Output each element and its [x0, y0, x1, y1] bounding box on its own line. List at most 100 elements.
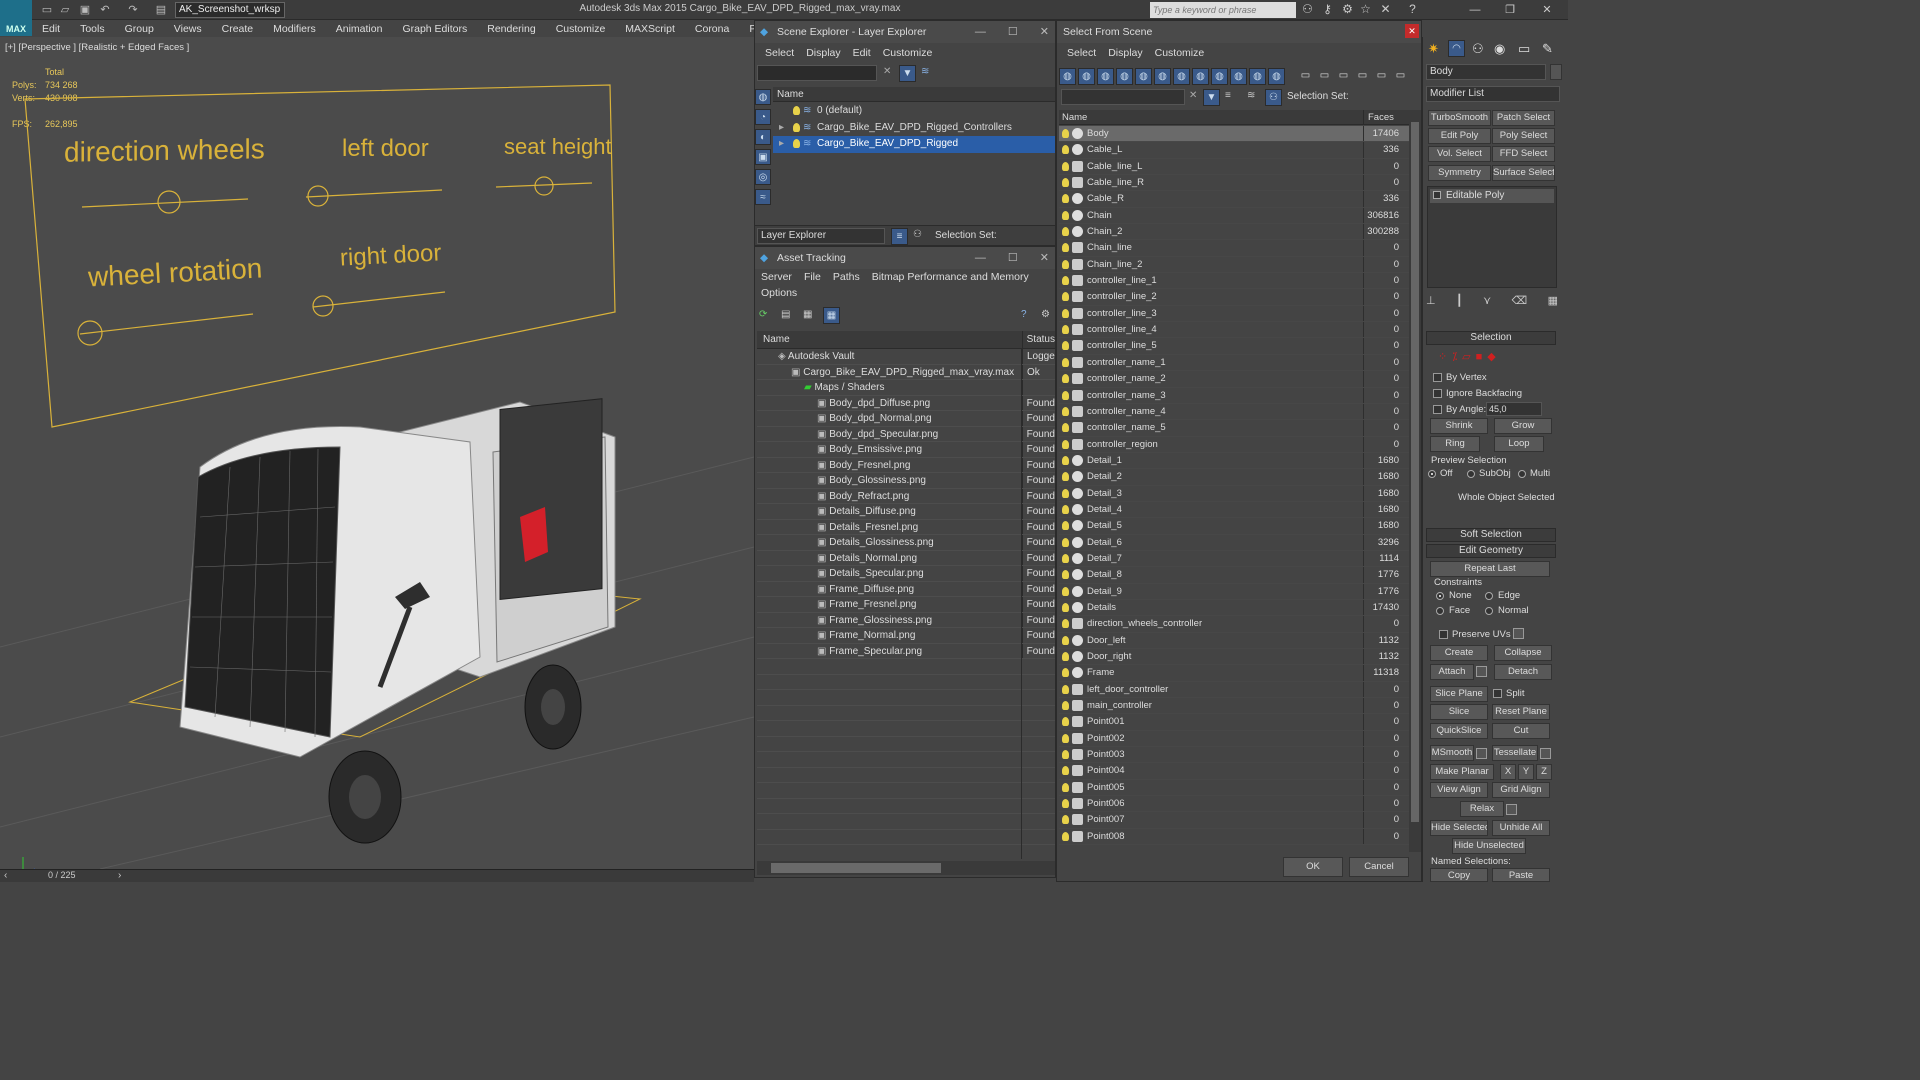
display-select-all-icon[interactable]: ▭ — [1297, 68, 1314, 85]
object-row[interactable]: left_door_controller 0 — [1059, 681, 1409, 699]
unhide-all-button[interactable]: Unhide All — [1492, 820, 1550, 836]
visibility-bulb-icon[interactable] — [1062, 129, 1069, 138]
select-from-scene-titlebar[interactable]: Select From Scene ✕ — [1057, 21, 1421, 43]
clear-search-icon[interactable]: ✕ — [1189, 90, 1197, 101]
scene-explorer-titlebar[interactable]: ◆ Scene Explorer - Layer Explorer — ☐ ✕ — [755, 21, 1055, 43]
cut-button[interactable]: Cut — [1492, 723, 1550, 739]
object-row[interactable]: Chain 306816 — [1059, 207, 1409, 225]
symmetry-button[interactable]: Symmetry — [1428, 165, 1491, 181]
attach-button[interactable]: Attach — [1430, 664, 1474, 680]
horizontal-scrollbar[interactable] — [757, 861, 1055, 875]
object-row[interactable]: controller_name_1 0 — [1059, 354, 1409, 372]
visibility-bulb-icon[interactable] — [1062, 701, 1069, 711]
filter-icon[interactable]: ▼ — [899, 65, 916, 82]
visibility-bulb-icon[interactable] — [1062, 243, 1069, 253]
asset-tracking-titlebar[interactable]: ◆ Asset Tracking — ☐ ✕ — [755, 247, 1055, 269]
ignore-backfacing-checkbox[interactable] — [1433, 389, 1442, 398]
asset-row[interactable]: ▣ Details_Normal.png Found — [757, 550, 1055, 566]
object-row[interactable]: Chain_line_2 0 — [1059, 256, 1409, 274]
attach-settings-icon[interactable] — [1476, 666, 1487, 677]
configure-sets-icon[interactable]: ▦ — [1548, 294, 1558, 310]
visibility-bulb-icon[interactable] — [1062, 357, 1069, 367]
app-logo[interactable]: MAX — [0, 0, 32, 36]
asset-row[interactable]: ▣ Body_Glossiness.png Found — [757, 473, 1055, 489]
visibility-bulb-icon[interactable] — [1062, 472, 1069, 482]
minimize-icon[interactable]: — — [975, 247, 986, 269]
display-geometry-icon[interactable]: ◍ — [1059, 68, 1076, 85]
explorer-type-dropdown[interactable]: Layer Explorer — [757, 228, 885, 244]
menu-edit[interactable]: Edit — [32, 23, 70, 35]
project-folder-icon[interactable]: ▤ — [154, 3, 168, 17]
scene-explorer-window[interactable]: ◆ Scene Explorer - Layer Explorer — ☐ ✕ Se… — [754, 20, 1056, 246]
maximize-icon[interactable]: ☐ — [1008, 247, 1018, 269]
object-row[interactable]: Door_left 1132 — [1059, 632, 1409, 649]
object-row[interactable]: Point002 0 — [1059, 730, 1409, 748]
menu-corona[interactable]: Corona — [685, 23, 739, 35]
expand-arrow-icon[interactable]: ▸ — [779, 136, 784, 153]
visibility-bulb-icon[interactable] — [1062, 308, 1069, 318]
object-row[interactable]: Detail_6 3296 — [1059, 534, 1409, 551]
preview-off-radio[interactable] — [1428, 470, 1436, 478]
object-row[interactable]: Point006 0 — [1059, 796, 1409, 813]
asset-row[interactable]: ▣ Details_Fresnel.png Found — [757, 519, 1055, 535]
prev-frame-icon[interactable]: ‹ — [4, 870, 7, 881]
view-align-button[interactable]: View Align — [1430, 782, 1488, 798]
motion-tab-icon[interactable]: ◉ — [1494, 41, 1505, 57]
shrink-button[interactable]: Shrink — [1430, 418, 1488, 434]
object-row[interactable]: controller_name_5 0 — [1059, 420, 1409, 437]
object-row[interactable]: Point007 0 — [1059, 812, 1409, 829]
minimize-icon[interactable]: — — [1460, 0, 1490, 20]
create-button[interactable]: Create — [1430, 645, 1488, 661]
display-options-icon[interactable]: ▭ — [1392, 68, 1409, 85]
visibility-bulb-icon[interactable] — [1062, 635, 1069, 645]
display-frozen-icon[interactable]: ◍ — [1249, 68, 1266, 85]
hierarchy-icon[interactable]: ⚇ — [1265, 89, 1282, 106]
visibility-bulb-icon[interactable] — [1062, 766, 1069, 776]
visibility-bulb-icon[interactable] — [1062, 161, 1069, 171]
visibility-bulb-icon[interactable] — [1062, 439, 1069, 449]
object-row[interactable]: Detail_3 1680 — [1059, 485, 1409, 502]
menu-select[interactable]: Select — [759, 47, 800, 59]
minimize-icon[interactable]: — — [975, 21, 986, 43]
menu-animation[interactable]: Animation — [326, 23, 393, 35]
menu-rendering[interactable]: Rendering — [477, 23, 545, 35]
filter-icon[interactable]: ▼ — [1203, 89, 1220, 106]
visibility-bulb-icon[interactable] — [1062, 602, 1069, 612]
visibility-bulb-icon[interactable] — [1062, 553, 1069, 563]
menu-options[interactable]: Options — [755, 287, 803, 299]
layer-row[interactable]: ▸ ≋ Cargo_Bike_EAV_DPD_Rigged — [773, 136, 1055, 153]
object-row[interactable]: controller_name_2 0 — [1059, 371, 1409, 388]
object-row[interactable]: Detail_1 1680 — [1059, 452, 1409, 470]
visibility-bulb-icon[interactable] — [1062, 423, 1069, 433]
workspace-dropdown[interactable]: AK_Screenshot_wrksp — [175, 2, 285, 18]
vol-select-button[interactable]: Vol. Select — [1428, 146, 1491, 162]
preserve-uvs-checkbox[interactable] — [1439, 630, 1448, 639]
visibility-bulb-icon[interactable] — [1062, 325, 1069, 335]
remove-modifier-icon[interactable]: ⌫ — [1512, 294, 1528, 310]
menu-customize[interactable]: Customize — [1149, 47, 1211, 59]
constraint-face-radio[interactable] — [1436, 607, 1444, 615]
turbosmooth-button[interactable]: TurboSmooth — [1428, 110, 1491, 126]
display-cameras-icon[interactable]: ◍ — [1116, 68, 1133, 85]
menu-paths[interactable]: Paths — [827, 271, 866, 283]
detach-button[interactable]: Detach — [1494, 664, 1552, 680]
display-shapes-icon[interactable]: ◍ — [1078, 68, 1095, 85]
object-row[interactable]: Cable_L 336 — [1059, 142, 1409, 159]
visibility-bulb-icon[interactable] — [1062, 488, 1069, 498]
visibility-bulb-icon[interactable] — [1062, 570, 1069, 580]
restore-icon[interactable]: ❐ — [1495, 0, 1525, 20]
menu-display[interactable]: Display — [800, 47, 846, 59]
modify-tab-icon[interactable]: ◠ — [1448, 40, 1465, 57]
menu-edit[interactable]: Edit — [847, 47, 877, 59]
scroll-thumb[interactable] — [1411, 122, 1419, 822]
collapse-button[interactable]: Collapse — [1494, 645, 1552, 661]
menu-display[interactable]: Display — [1102, 47, 1148, 59]
preview-subobj-radio[interactable] — [1467, 470, 1475, 478]
object-row[interactable]: controller_name_3 0 — [1059, 387, 1409, 404]
object-row[interactable]: direction_wheels_controller 0 — [1059, 616, 1409, 633]
visibility-bulb-icon[interactable] — [1062, 374, 1069, 384]
grow-button[interactable]: Grow — [1494, 418, 1552, 434]
save-icon[interactable]: ▣ — [78, 3, 92, 17]
object-name-field[interactable]: Body — [1426, 64, 1546, 80]
asset-row[interactable]: ▣ Body_dpd_Specular.png Found — [757, 426, 1055, 442]
